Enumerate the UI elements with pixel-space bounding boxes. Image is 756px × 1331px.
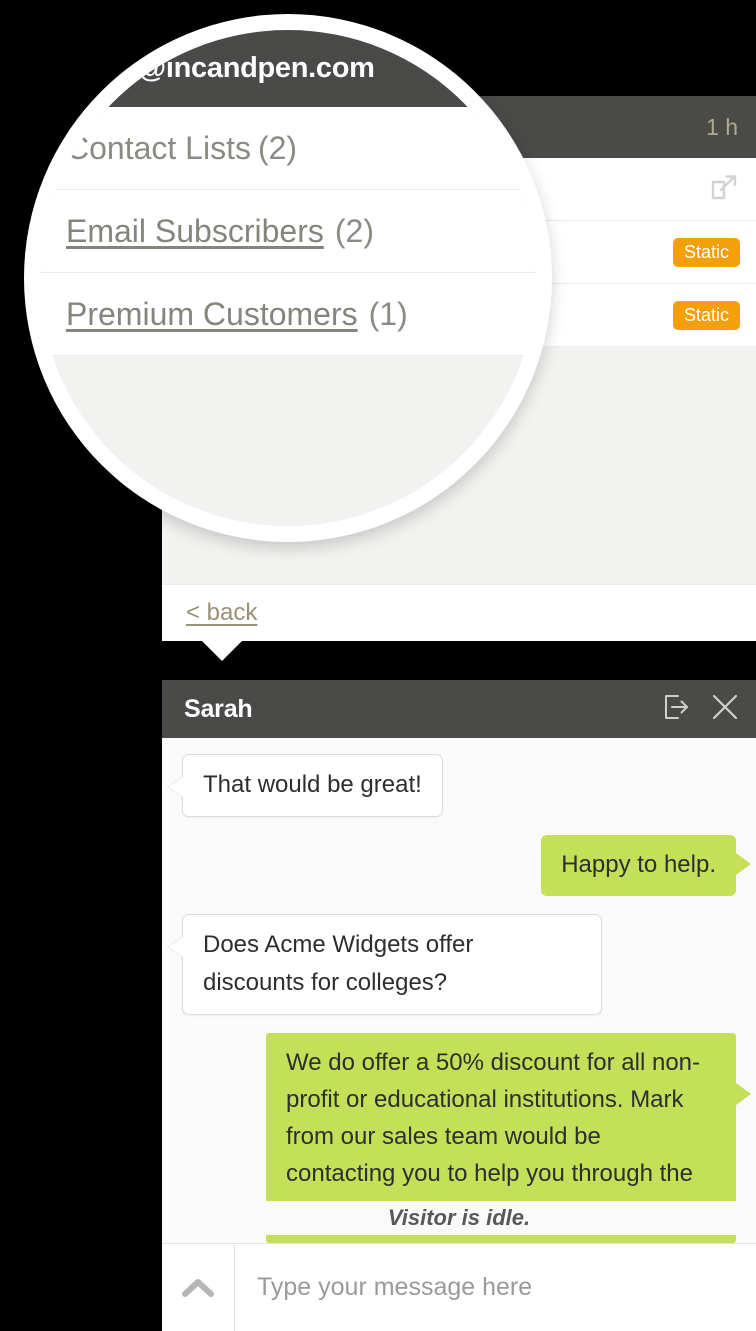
external-link-icon[interactable]: [708, 171, 740, 208]
status-badge: Static: [672, 237, 740, 267]
row-actions: [708, 171, 740, 208]
row-actions: Static: [672, 237, 740, 267]
row-count: (2): [257, 129, 298, 166]
chat-input-bar: [162, 1243, 756, 1331]
transfer-chat-icon[interactable]: [662, 692, 692, 727]
visitor-message-bubble: That would be great!: [182, 754, 443, 818]
panel-pointer-tail: [202, 641, 242, 661]
magnified-empty-body: [40, 356, 536, 526]
message-row: Does Acme Widgets offer discounts for co…: [162, 914, 756, 1015]
row-count: (1): [368, 295, 408, 332]
magnifier-viewport: sarah@incandpen.com Contact Lists (2) Em…: [40, 30, 536, 526]
visitor-status-text: Visitor is idle.: [162, 1201, 756, 1235]
row-label-link[interactable]: Email Subscribers: [66, 213, 324, 250]
magnified-visitor-email: sarah@incandpen.com: [62, 52, 375, 84]
chat-window: Sarah That would be great! Happy to help…: [162, 680, 756, 1331]
panel-footer: < back: [162, 584, 756, 641]
visitor-message-bubble: Does Acme Widgets offer discounts for co…: [182, 914, 602, 1015]
agent-message-bubble: Happy to help.: [541, 835, 751, 897]
message-input[interactable]: [235, 1243, 756, 1331]
close-icon[interactable]: [708, 690, 742, 729]
back-link[interactable]: < back: [186, 599, 257, 627]
row-count: (2): [334, 212, 374, 249]
chat-header: Sarah: [162, 680, 756, 738]
row-label: Contact Lists: [66, 129, 251, 166]
message-row: That would be great!: [162, 754, 756, 818]
chat-header-actions: [662, 690, 742, 729]
message-row: Happy to help.: [162, 835, 756, 897]
magnified-row-email-subscribers[interactable]: Email Subscribers (2): [40, 190, 536, 273]
magnifier-lens: sarah@incandpen.com Contact Lists (2) Em…: [24, 14, 552, 542]
row-actions: Static: [672, 300, 740, 330]
magnified-content: sarah@incandpen.com Contact Lists (2) Em…: [40, 30, 536, 526]
chat-message-list[interactable]: That would be great! Happy to help. Does…: [162, 738, 756, 1243]
magnified-panel-header: sarah@incandpen.com: [40, 30, 536, 107]
session-elapsed-time: 1 h: [706, 113, 738, 140]
chat-title: Sarah: [184, 694, 253, 723]
magnified-row-contact-lists[interactable]: Contact Lists (2): [40, 107, 536, 190]
chevron-up-icon[interactable]: [162, 1244, 235, 1331]
magnified-row-premium-customers[interactable]: Premium Customers (1): [40, 273, 536, 356]
row-label-link[interactable]: Premium Customers: [66, 296, 358, 333]
status-badge: Static: [672, 300, 740, 330]
